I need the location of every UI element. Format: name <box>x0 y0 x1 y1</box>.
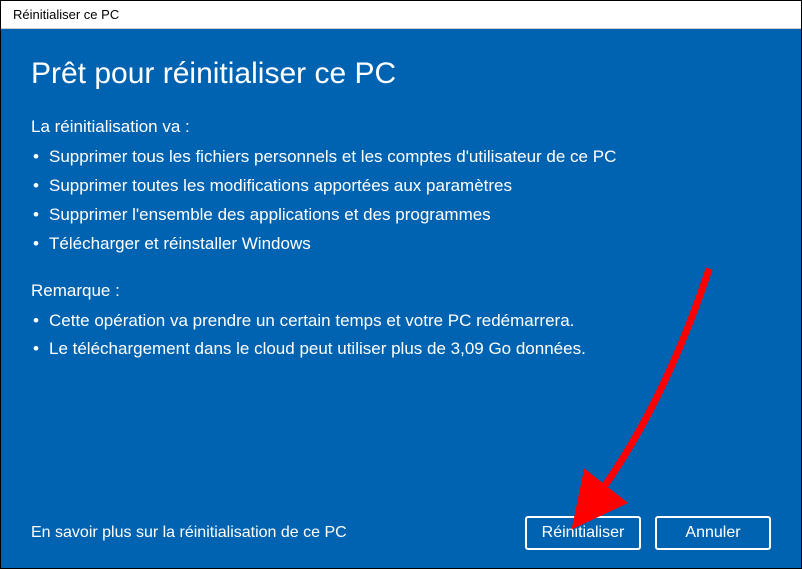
page-heading: Prêt pour réinitialiser ce PC <box>31 57 771 91</box>
list-item: Supprimer l'ensemble des applications et… <box>31 201 771 230</box>
remarks-list: Cette opération va prendre un certain te… <box>31 307 771 365</box>
reset-actions-list: Supprimer tous les fichiers personnels e… <box>31 143 771 259</box>
dialog-footer: En savoir plus sur la réinitialisation d… <box>31 516 771 550</box>
dialog-content: Prêt pour réinitialiser ce PC La réiniti… <box>1 29 801 568</box>
titlebar: Réinitialiser ce PC <box>1 1 801 29</box>
list-item: Supprimer tous les fichiers personnels e… <box>31 143 771 172</box>
cancel-button[interactable]: Annuler <box>655 516 771 550</box>
remarks-intro: Remarque : <box>31 281 771 301</box>
button-row: Réinitialiser Annuler <box>525 516 771 550</box>
reset-pc-dialog: Réinitialiser ce PC Prêt pour réinitiali… <box>0 0 802 569</box>
list-item: Le téléchargement dans le cloud peut uti… <box>31 335 771 364</box>
list-item: Supprimer toutes les modifications appor… <box>31 172 771 201</box>
section-remarks: Remarque : Cette opération va prendre un… <box>31 281 771 387</box>
reset-actions-intro: La réinitialisation va : <box>31 117 771 137</box>
list-item: Cette opération va prendre un certain te… <box>31 307 771 336</box>
section-reset-actions: La réinitialisation va : Supprimer tous … <box>31 117 771 281</box>
window-title: Réinitialiser ce PC <box>13 7 119 22</box>
learn-more-link[interactable]: En savoir plus sur la réinitialisation d… <box>31 524 347 542</box>
reset-button[interactable]: Réinitialiser <box>525 516 641 550</box>
list-item: Télécharger et réinstaller Windows <box>31 230 771 259</box>
